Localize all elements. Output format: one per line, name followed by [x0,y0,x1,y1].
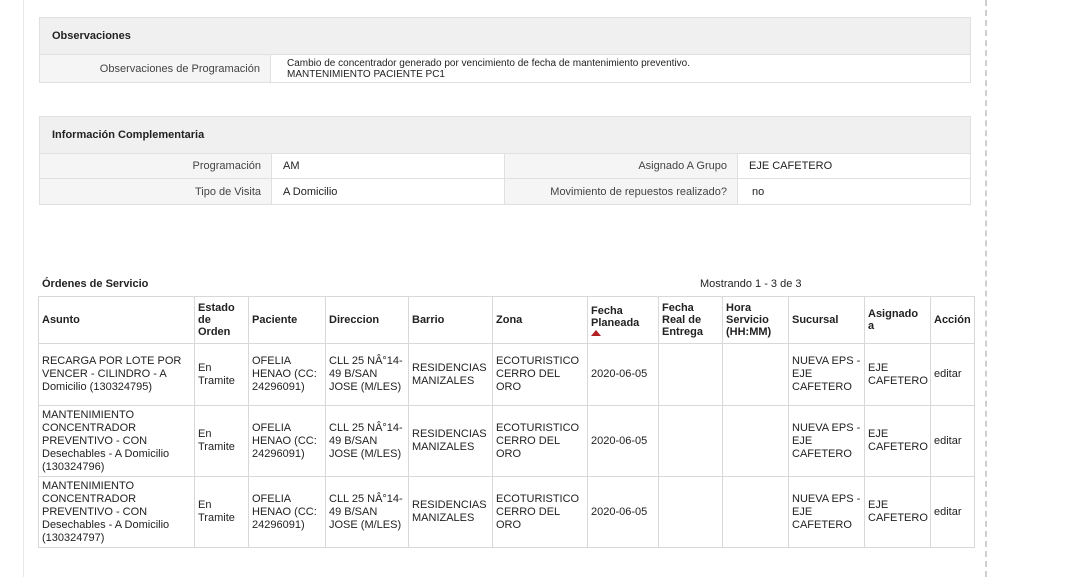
cell-direccion: CLL 25 NÂ°14-49 B/SAN JOSE (M/LES) [325,476,409,548]
observaciones-line-2: MANTENIMIENTO PACIENTE PC1 [287,69,445,80]
cell-accion: editar [930,405,975,477]
cell-asignado: EJE CAFETERO [864,343,931,406]
cell-fecha-planeada: 2020-06-05 [587,476,659,548]
edit-link[interactable]: editar [934,506,962,518]
info-row-tipo-visita: Tipo de Visita A Domicilio Movimiento de… [40,179,970,204]
cell-barrio: RESIDENCIAS MANIZALES [408,476,493,548]
cell-zona: ECOTURISTICO CERRO DEL ORO [492,405,588,477]
col-fecha-planeada[interactable]: Fecha Planeada [587,296,659,344]
cell-asunto: RECARGA POR LOTE POR VENCER - CILINDRO -… [38,343,195,406]
cell-accion: editar [930,476,975,548]
col-direccion[interactable]: Direccion [325,296,409,344]
table-header-row: Asunto Estado de Orden Paciente Direccio… [38,296,975,344]
col-asunto[interactable]: Asunto [38,296,195,344]
observaciones-row: Observaciones de Programación Cambio de … [40,55,970,82]
cell-fecha-real [658,343,723,406]
cell-zona: ECOTURISTICO CERRO DEL ORO [492,343,588,406]
complementaria-panel: Información Complementaria Programación … [39,116,971,205]
observaciones-line-1: Cambio de concentrador generado por venc… [287,58,691,69]
col-estado[interactable]: Estado de Orden [194,296,249,344]
col-zona[interactable]: Zona [492,296,588,344]
observaciones-panel: Observaciones Observaciones de Programac… [39,17,971,83]
cell-sucursal: NUEVA EPS - EJE CAFETERO [788,405,865,477]
edit-link[interactable]: editar [934,435,962,447]
cell-paciente: OFELIA HENAO (CC: 24296091) [248,405,326,477]
ordenes-table: Asunto Estado de Orden Paciente Direccio… [38,296,975,548]
cell-hora [722,476,789,548]
cell-estado: En Tramite [194,343,249,406]
col-hora[interactable]: Hora Servicio (HH:MM) [722,296,789,344]
left-page-border [23,0,24,577]
asignado-grupo-label: Asignado A Grupo [505,154,738,178]
info-row-programacion: Programación AM Asignado A Grupo EJE CAF… [40,154,970,179]
col-asignado[interactable]: Asignado a [864,296,931,344]
cell-sucursal: NUEVA EPS - EJE CAFETERO [788,343,865,406]
edit-link[interactable]: editar [934,368,962,380]
observaciones-title: Observaciones [40,18,970,55]
cell-zona: ECOTURISTICO CERRO DEL ORO [492,476,588,548]
table-row: MANTENIMIENTO CONCENTRADOR PREVENTIVO - … [38,405,975,477]
programacion-value: AM [272,154,505,178]
cell-barrio: RESIDENCIAS MANIZALES [408,343,493,406]
cell-sucursal: NUEVA EPS - EJE CAFETERO [788,476,865,548]
movimiento-repuestos-label: Movimiento de repuestos realizado? [505,179,738,204]
cell-estado: En Tramite [194,476,249,548]
cell-direccion: CLL 25 NÂ°14-49 B/SAN JOSE (M/LES) [325,343,409,406]
dashed-divider [985,0,987,577]
cell-fecha-real [658,476,723,548]
table-row: RECARGA POR LOTE POR VENCER - CILINDRO -… [38,343,975,406]
programacion-label: Programación [40,154,272,178]
ordenes-title: Órdenes de Servicio [42,278,149,290]
cell-fecha-real [658,405,723,477]
col-paciente[interactable]: Paciente [248,296,326,344]
observaciones-value: Cambio de concentrador generado por venc… [271,55,970,82]
col-accion: Acción [930,296,975,344]
cell-fecha-planeada: 2020-06-05 [587,343,659,406]
table-row: MANTENIMIENTO CONCENTRADOR PREVENTIVO - … [38,476,975,548]
col-barrio[interactable]: Barrio [408,296,493,344]
complementaria-title: Información Complementaria [40,117,970,154]
cell-barrio: RESIDENCIAS MANIZALES [408,405,493,477]
tipo-visita-value: A Domicilio [272,179,505,204]
col-fecha-real[interactable]: Fecha Real de Entrega [658,296,723,344]
movimiento-repuestos-value: no [752,185,765,198]
cell-paciente: OFELIA HENAO (CC: 24296091) [248,343,326,406]
cell-asunto: MANTENIMIENTO CONCENTRADOR PREVENTIVO - … [38,476,195,548]
sort-ascending-icon [591,329,601,336]
cell-hora [722,343,789,406]
cell-hora [722,405,789,477]
cell-asunto: MANTENIMIENTO CONCENTRADOR PREVENTIVO - … [38,405,195,477]
cell-accion: editar [930,343,975,406]
cell-asignado: EJE CAFETERO [864,405,931,477]
asignado-grupo-value: EJE CAFETERO [749,160,833,172]
cell-direccion: CLL 25 NÂ°14-49 B/SAN JOSE (M/LES) [325,405,409,477]
col-sucursal[interactable]: Sucursal [788,296,865,344]
cell-asignado: EJE CAFETERO [864,476,931,548]
tipo-visita-label: Tipo de Visita [40,179,272,204]
observaciones-label: Observaciones de Programación [40,55,271,82]
ordenes-count: Mostrando 1 - 3 de 3 [700,278,802,290]
col-fecha-planeada-label: Fecha Planeada [591,304,640,329]
cell-paciente: OFELIA HENAO (CC: 24296091) [248,476,326,548]
cell-fecha-planeada: 2020-06-05 [587,405,659,477]
cell-estado: En Tramite [194,405,249,477]
